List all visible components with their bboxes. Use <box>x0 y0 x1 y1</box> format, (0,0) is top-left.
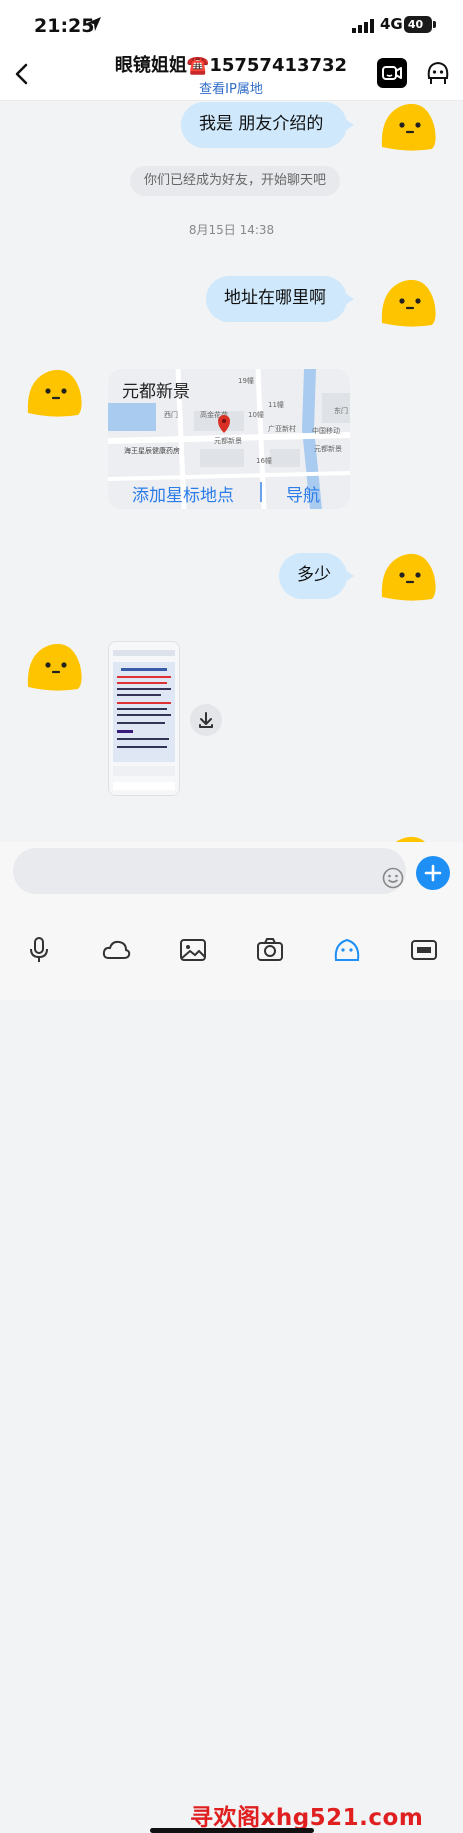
image-icon[interactable] <box>178 936 208 964</box>
my-avatar[interactable] <box>378 271 438 331</box>
download-icon <box>199 712 213 728</box>
my-avatar[interactable] <box>378 545 438 605</box>
location-actions: 添加星标地点 导航 <box>108 476 350 509</box>
message-input[interactable] <box>13 848 406 894</box>
signal-icon <box>352 19 374 33</box>
my-avatar[interactable] <box>378 101 438 155</box>
image-message[interactable] <box>108 641 180 796</box>
image-thumbnail <box>109 642 179 795</box>
microphone-icon[interactable] <box>24 936 54 964</box>
sent-message-bubble[interactable]: 我是 朋友介绍的 <box>181 102 354 148</box>
map-label: 19幢 <box>238 376 254 385</box>
system-notice: 你们已经成为好友，开始聊天吧 <box>130 166 341 196</box>
location-card[interactable]: 高金花苑 西门 10幢 11幢 广亚新村 中国移动 元都新景 海王星辰健康药房 … <box>108 369 350 509</box>
location-title: 元都新景 <box>122 382 190 402</box>
cloud-icon[interactable] <box>101 936 131 964</box>
emoji-sticker-icon[interactable] <box>332 936 362 964</box>
add-star-location-button[interactable]: 添加星标地点 <box>132 481 234 506</box>
map-label: 10幢 <box>248 410 264 419</box>
map-label: 元都新景 <box>314 444 342 453</box>
video-camera-icon <box>382 66 402 80</box>
chat-message-list[interactable]: 我是 朋友介绍的 你们已经成为好友，开始聊天吧 8月15日 14:38 地址在哪… <box>0 101 463 842</box>
more-actions-button[interactable] <box>416 856 450 890</box>
map-label: 广亚新村 <box>268 424 296 433</box>
download-button[interactable] <box>190 704 222 736</box>
map-label: 11幢 <box>268 400 284 409</box>
contact-avatar[interactable] <box>24 635 84 695</box>
status-bar: 21:25 4G 40 <box>0 0 463 50</box>
my-avatar[interactable] <box>378 828 438 842</box>
location-arrow-icon <box>87 17 101 31</box>
navigate-button[interactable]: 导航 <box>286 481 320 506</box>
video-call-button[interactable] <box>377 58 407 88</box>
map-label: 元都新景 <box>214 436 242 445</box>
watermark-text: 寻欢阁xhg521.com <box>190 1805 424 1831</box>
camera-icon[interactable] <box>255 936 285 964</box>
view-ip-location-link[interactable]: 查看IP属地 <box>96 78 366 97</box>
sent-message-bubble[interactable]: 多少 <box>279 553 354 599</box>
map-label: 中国移动 <box>312 426 340 435</box>
message-text: 多少 <box>297 565 331 585</box>
chat-header: 眼镜姐姐☎️15757413732 查看IP属地 <box>0 50 463 101</box>
map-label: 西门 <box>164 410 178 419</box>
home-indicator[interactable] <box>150 1828 314 1833</box>
battery-level: 40 <box>407 18 424 31</box>
contact-avatar[interactable] <box>24 361 84 421</box>
map-label: 东门 <box>334 406 348 415</box>
robot-assistant-icon[interactable] <box>423 58 453 88</box>
battery-icon: 40 <box>404 16 436 33</box>
contact-name: 眼镜姐姐☎️15757413732 <box>114 55 348 76</box>
message-text: 地址在哪里啊 <box>224 288 326 308</box>
network-type: 4G <box>380 15 403 33</box>
sent-message-bubble[interactable]: 地址在哪里啊 <box>206 276 354 322</box>
action-divider <box>260 482 262 502</box>
message-text: 我是 朋友介绍的 <box>199 114 324 134</box>
gif-icon[interactable] <box>409 936 439 964</box>
emoji-icon[interactable] <box>382 867 404 889</box>
back-icon[interactable] <box>14 62 30 86</box>
message-timestamp: 8月15日 14:38 <box>188 223 275 237</box>
map-label: 海王星辰健康药房 <box>124 446 180 455</box>
input-area: 寻欢阁xhg521.com <box>0 842 463 1833</box>
map-label: 16幢 <box>256 456 272 465</box>
plus-icon <box>424 864 442 882</box>
